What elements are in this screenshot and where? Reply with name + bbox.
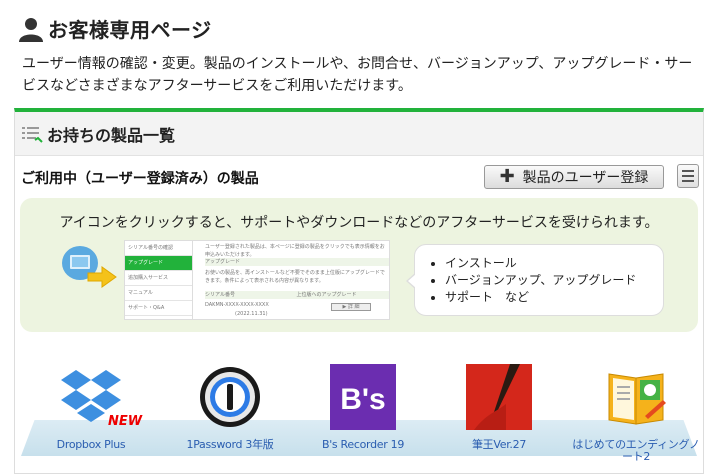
preview-serial-label: シリアル番号 [205,292,235,298]
service-item: インストール [445,255,636,272]
preview-nav-item: 追加購入サービス [125,271,192,286]
monitor-arrow-icon [62,246,117,288]
preview-nav: シリアル番号の確認 アップグレード 追加購入サービス マニュアル サポート・Q&… [125,241,193,319]
list-icon [22,126,43,143]
panel-header: お持ちの製品一覧 [15,112,703,156]
product-ending-note[interactable]: はじめてのエンディングノート2 [571,364,701,463]
panel-title: お持ちの製品一覧 [47,125,176,145]
page-header: お客様専用ページ [18,14,212,43]
1password-icon [200,367,260,427]
product-name[interactable]: Dropbox Plus [26,439,156,451]
plus-icon: ✚ [499,166,515,187]
product-name[interactable]: 筆王Ver.27 [434,439,564,451]
bs-recorder-icon: B's [330,364,396,430]
info-lead: アイコンをクリックすると、サポートやダウンロードなどのアフターサービスを受けられ… [59,215,659,231]
preview-section-bar: アップグレード [205,258,389,266]
products-panel: お持ちの製品一覧 ご利用中（ユーザー登録済み）の製品 ✚ 製品のユーザー登録 ア… [14,108,704,474]
service-item: サポート など [445,289,636,306]
product-dropbox[interactable]: NEW Dropbox Plus [26,364,156,451]
menu-icon-bar [682,175,694,177]
menu-icon-bar [682,180,694,182]
service-bubble: インストール バージョンアップ、アップグレード サポート など [406,244,664,316]
page-title: お客様専用ページ [48,18,212,42]
preview-nav-item: マニュアル [125,286,192,301]
preview-nav-item: アップグレード [125,256,192,271]
product-1password[interactable]: 1Password 3年版 [165,364,295,451]
bs-logo-text: B's [340,383,385,416]
product-name[interactable]: 1Password 3年版 [165,439,295,451]
product-fudeoh[interactable]: 筆王Ver.27 [434,364,564,451]
preview-detail-button: ▶ 詳 細 [331,303,371,311]
registered-products-heading: ご利用中（ユーザー登録済み）の製品 [21,171,259,187]
product-name[interactable]: B's Recorder 19 [298,439,428,451]
preview-upgrade-link: 上位版へのアップグレード [296,292,357,298]
preview-nav-item: サポート・Q&A [125,301,192,316]
preview-date: (2022.11.31) [235,311,268,317]
preview-text: お使いの製品を、再インストールなど不要でそのまま上位版にアップグレードできます。… [205,270,385,284]
intro-text: ユーザー情報の確認・変更。製品のインストールや、お問合せ、バージョンアップ、アッ… [22,56,693,94]
preview-nav-item: シリアル番号の確認 [125,241,192,256]
usage-preview: シリアル番号の確認 アップグレード 追加購入サービス マニュアル サポート・Q&… [124,240,390,320]
ending-note-icon [608,373,666,425]
preview-serial-bar: シリアル番号 上位版へのアップグレード [205,291,389,299]
info-box: アイコンをクリックすると、サポートやダウンロードなどのアフターサービスを受けられ… [20,198,698,332]
user-icon [19,17,43,42]
fudeoh-icon [466,364,532,430]
service-item: バージョンアップ、アップグレード [445,272,636,289]
preview-section-title: アップグレード [205,259,241,265]
list-view-button[interactable] [677,164,699,188]
preview-text: ユーザー登録された製品は、本ページに登録の製品をクリックでも表示情報をお申込みい… [205,244,385,258]
menu-icon-bar [682,170,694,172]
product-name[interactable]: はじめてのエンディングノート2 [571,439,701,463]
register-product-label: 製品のユーザー登録 [522,170,649,186]
register-product-button[interactable]: ✚ 製品のユーザー登録 [484,165,664,189]
new-badge: NEW [108,414,143,429]
product-bs-recorder[interactable]: B's B's Recorder 19 [298,364,428,451]
